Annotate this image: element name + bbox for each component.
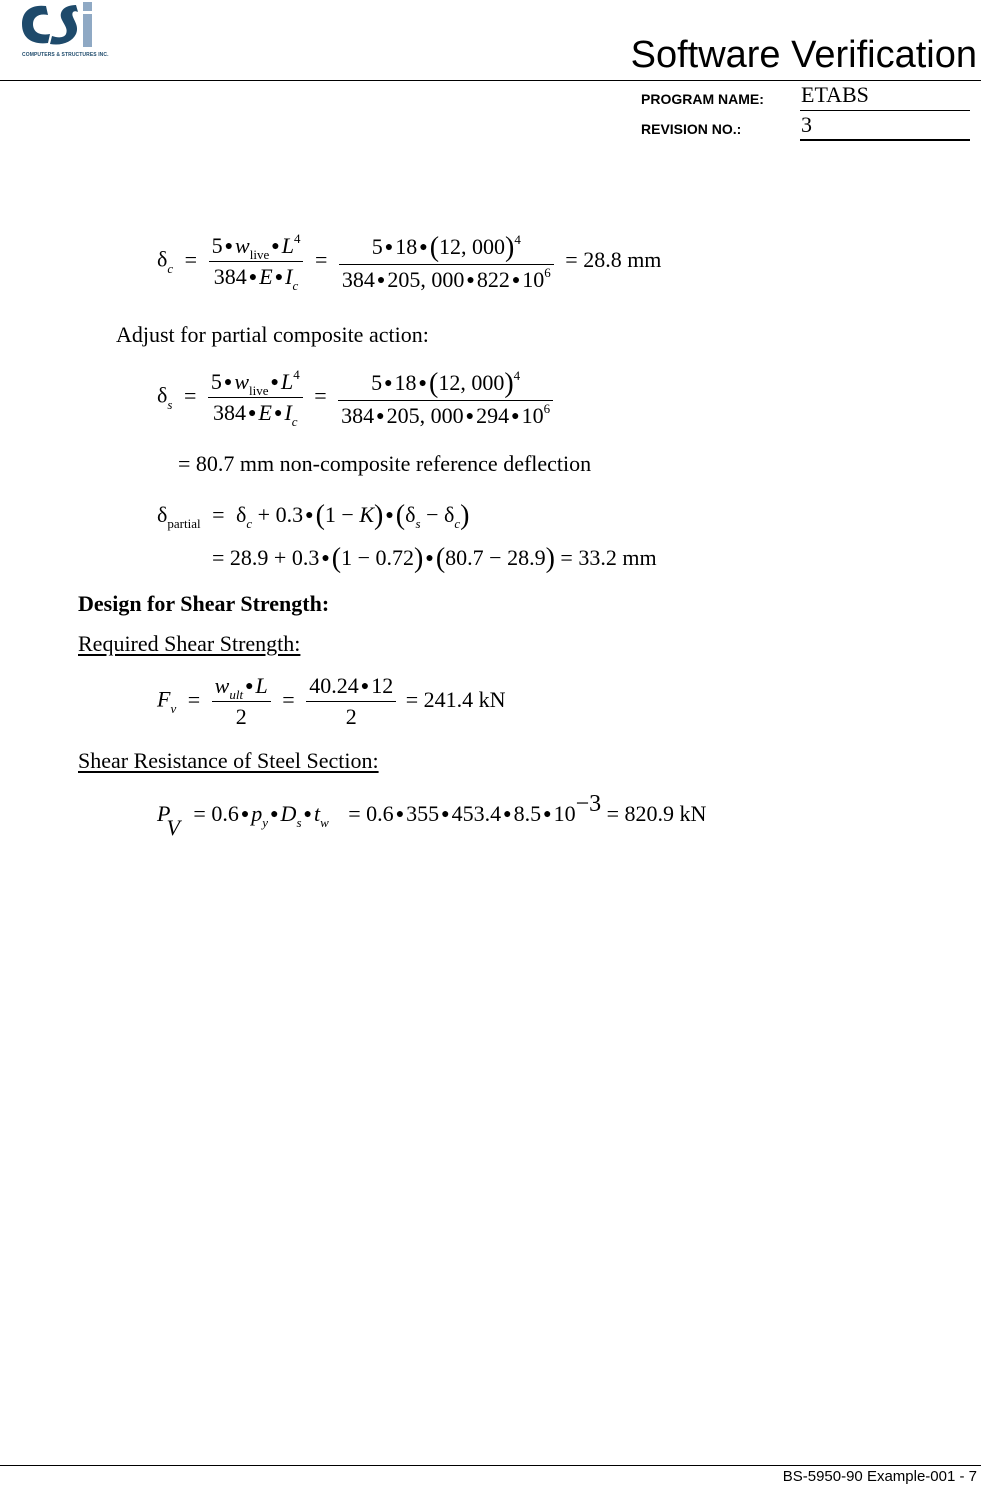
- section-heading-shear: Design for Shear Strength:: [78, 591, 330, 616]
- delta-partial-calculation: = 28.9 + 0.3 ●(1 − 0.72) ●(80.7 − 28.9) = …: [212, 543, 657, 574]
- fraction-symbolic: 5 ●wlive●L4 384 ●E ●Ic: [207, 368, 303, 428]
- equation-delta-s: δs = 5 ●wlive●L4 384 ●E ●Ic = 5 ●18 ●(12, 000…: [157, 368, 554, 428]
- logo-letter-i-stem: [83, 14, 92, 47]
- equation-fv: Fv = wult●L 2 = 40.24 ●12 2 = 241.4 kN: [157, 673, 506, 729]
- header-divider: [0, 80, 981, 81]
- logo-letter-i-dot: [83, 2, 92, 11]
- result-value: = 33.2 mm: [560, 545, 657, 570]
- fraction-numeric: 40.24 ●12 2: [306, 675, 397, 728]
- footer-divider: [0, 1465, 981, 1466]
- program-name-value: ETABS: [801, 82, 869, 107]
- program-name-underline: [800, 110, 970, 111]
- footer-page-label: BS-5950-90 Example-001 - 7: [782, 1468, 977, 1485]
- result-value: = 241.4 kN: [405, 686, 506, 712]
- revision-value: 3: [801, 112, 812, 137]
- subscript: c: [167, 260, 174, 276]
- equation-delta-partial: δpartial = δc + 0.3 ●(1 − K) ●(δs − δc): [157, 500, 470, 531]
- fraction-symbolic: 5 ●wlive●L4 384 ●E ●Ic: [208, 232, 304, 292]
- equation-delta-c: δc = 5 ●wlive●L4 384 ●E ●Ic = 5 ●18 ●(12, 000…: [157, 231, 662, 293]
- fraction-symbolic: wult●L 2: [211, 675, 271, 728]
- symbol-delta: δ: [157, 246, 168, 272]
- subheading-shear-resistance: Shear Resistance of Steel Section:: [78, 748, 379, 773]
- logo-letter-c: [22, 5, 50, 44]
- subheading-required-shear: Required Shear Strength:: [78, 631, 301, 656]
- result-value: = 820.9 kN: [606, 801, 707, 826]
- revision-underline: [800, 139, 970, 141]
- logo-letter-s: [50, 5, 78, 45]
- logo-subtitle: COMPUTERS & STRUCTURES INC.: [22, 52, 109, 58]
- equation-pv: PV = 0.6 ●py●Ds●tw = 0.6 ●355 ●453.4 ●8.5 ●10…: [157, 791, 707, 840]
- fraction-numeric: 5 ●18 ●(12, 000)4 384 ●205, 000 ●822 ●106: [338, 232, 554, 291]
- adjust-text: Adjust for partial composite action:: [116, 322, 429, 347]
- revision-label: REVISION NO.:: [641, 121, 742, 137]
- document-title: Software Verification: [630, 34, 977, 76]
- result-value: = 28.8 mm: [565, 246, 662, 272]
- program-name-label: PROGRAM NAME:: [641, 91, 764, 107]
- delta-s-result: = 80.7 mm non-composite reference deflec…: [178, 451, 592, 476]
- fraction-numeric: 5 ●18 ●(12, 000)4 384 ●205, 000 ●294 ●106: [338, 368, 554, 427]
